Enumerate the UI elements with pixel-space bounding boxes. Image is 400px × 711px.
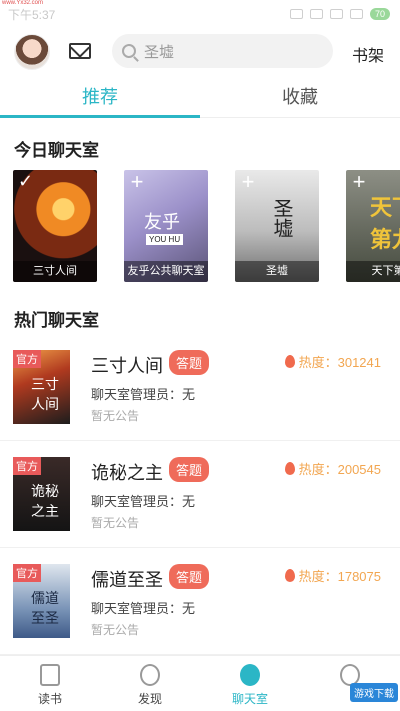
quiz-tag[interactable]: 答题 — [169, 457, 210, 482]
cover-title: 友乎 — [144, 212, 180, 232]
admin-text: 聊天室管理员：无 — [91, 387, 196, 402]
cover-title: 儒道至圣 — [31, 590, 59, 626]
heat-value: 热度：178075 — [284, 566, 381, 585]
signal-icon — [309, 9, 323, 19]
card-label: 友乎公共聊天室 — [124, 261, 208, 282]
heat-value: 热度：301241 — [284, 352, 381, 371]
nav-label: 聊天室 — [231, 692, 268, 706]
heat-text: 热度：301241 — [298, 355, 381, 370]
plus-icon[interactable]: + — [237, 171, 259, 194]
admin-text: 聊天室管理员：无 — [91, 494, 196, 509]
nav-label: 读书 — [37, 692, 62, 706]
compass-icon — [140, 664, 160, 686]
chatroom-name: 三寸人间 — [91, 356, 163, 376]
quiz-tag[interactable]: 答题 — [169, 564, 210, 589]
status-bar: www.Yx32.com 下午5:37 70 — [0, 0, 400, 28]
hot-list: 官方 三寸人间 三寸人间 答题 热度：301241 聊天室管理员：无 暂无公告 … — [0, 334, 400, 655]
card-label: 圣墟 — [235, 261, 319, 282]
bookshelf-button[interactable]: 书架 — [352, 42, 384, 66]
admin-text: 聊天室管理员：无 — [91, 601, 196, 616]
wifi-icon — [349, 9, 363, 19]
book-cover: 官方 诡秘之主 — [13, 457, 70, 531]
search-placeholder: 圣墟 — [144, 43, 175, 61]
quiz-tag[interactable]: 答题 — [169, 350, 210, 375]
notice-text: 暂无公告 — [91, 516, 140, 530]
list-item[interactable]: 官方 诡秘之主 诡秘之主 答题 热度：200545 聊天室管理员：无 暂无公告 — [0, 441, 400, 548]
list-item[interactable]: 官方 儒道至圣 儒道至圣 答题 热度：178075 聊天室管理员：无 暂无公告 — [0, 548, 400, 655]
card-label: 天下第 — [346, 261, 400, 282]
cover-title: 三寸人间 — [31, 376, 59, 412]
official-badge: 官方 — [13, 457, 41, 475]
search-input[interactable]: 圣墟 — [112, 34, 333, 68]
alarm-icon — [289, 9, 303, 19]
chat-bulb-icon — [240, 664, 260, 686]
book-icon — [40, 664, 60, 686]
list-item[interactable]: 官方 三寸人间 三寸人间 答题 热度：301241 聊天室管理员：无 暂无公告 — [0, 334, 400, 441]
tab-favorites[interactable]: 收藏 — [200, 80, 400, 117]
nav-label: 发现 — [137, 692, 162, 706]
plus-icon[interactable]: + — [126, 171, 148, 194]
nav-item-discover[interactable]: 发现 — [100, 656, 200, 711]
fire-icon — [284, 355, 295, 368]
cover-title: 诡秘之主 — [31, 483, 59, 519]
chatroom-card[interactable]: 友乎 YOU HU + 友乎公共聊天室 — [124, 170, 208, 282]
official-badge: 官方 — [13, 350, 41, 368]
fire-icon — [284, 569, 295, 582]
mail-icon[interactable] — [69, 43, 91, 59]
heat-text: 热度：178075 — [298, 569, 381, 584]
chatroom-card[interactable]: 天下第九 + 天下第 — [346, 170, 400, 282]
chatroom-name: 儒道至圣 — [91, 570, 163, 590]
cover-title: 圣墟 — [270, 198, 292, 238]
hot-section-title: 热门聊天室 — [14, 311, 99, 330]
fire-icon — [284, 462, 295, 475]
card-label: 三寸人间 — [13, 261, 97, 282]
cover-subtitle: YOU HU — [146, 234, 184, 245]
bottom-nav: 读书 发现 聊天室 — [0, 655, 400, 711]
plus-icon[interactable]: + — [348, 171, 370, 194]
check-icon: ✓ — [18, 171, 34, 191]
notice-text: 暂无公告 — [91, 623, 140, 637]
nav-item-read[interactable]: 读书 — [0, 656, 100, 711]
official-badge: 官方 — [13, 564, 41, 582]
watermark-badge: 游戏下载 — [350, 683, 398, 702]
today-card-row: ✓ 三寸人间 友乎 YOU HU + 友乎公共聊天室 圣墟 + 圣墟 天下第九 … — [13, 170, 400, 282]
tab-bar: 推荐 收藏 — [0, 80, 400, 118]
notice-text: 暂无公告 — [91, 409, 140, 423]
heat-value: 热度：200545 — [284, 459, 381, 478]
watermark-text: www.Yx32.com — [2, 0, 44, 6]
book-cover: 官方 三寸人间 — [13, 350, 70, 424]
search-icon — [122, 44, 136, 58]
chatroom-card[interactable]: 圣墟 + 圣墟 — [235, 170, 319, 282]
tab-recommend[interactable]: 推荐 — [0, 80, 200, 118]
chatroom-card[interactable]: ✓ 三寸人间 — [13, 170, 97, 282]
battery-indicator: 70 — [369, 8, 390, 20]
heat-text: 热度：200545 — [298, 462, 381, 477]
today-section-title: 今日聊天室 — [14, 141, 99, 160]
signal-icon-2 — [329, 9, 343, 19]
cover-title: 天下第九 — [370, 195, 400, 252]
chatroom-name: 诡秘之主 — [91, 463, 163, 483]
nav-item-chatroom[interactable]: 聊天室 — [200, 656, 300, 711]
status-time: 下午5:37 — [8, 7, 56, 22]
book-cover: 官方 儒道至圣 — [13, 564, 70, 638]
top-bar: 圣墟 书架 — [0, 30, 400, 72]
avatar[interactable] — [14, 34, 50, 70]
